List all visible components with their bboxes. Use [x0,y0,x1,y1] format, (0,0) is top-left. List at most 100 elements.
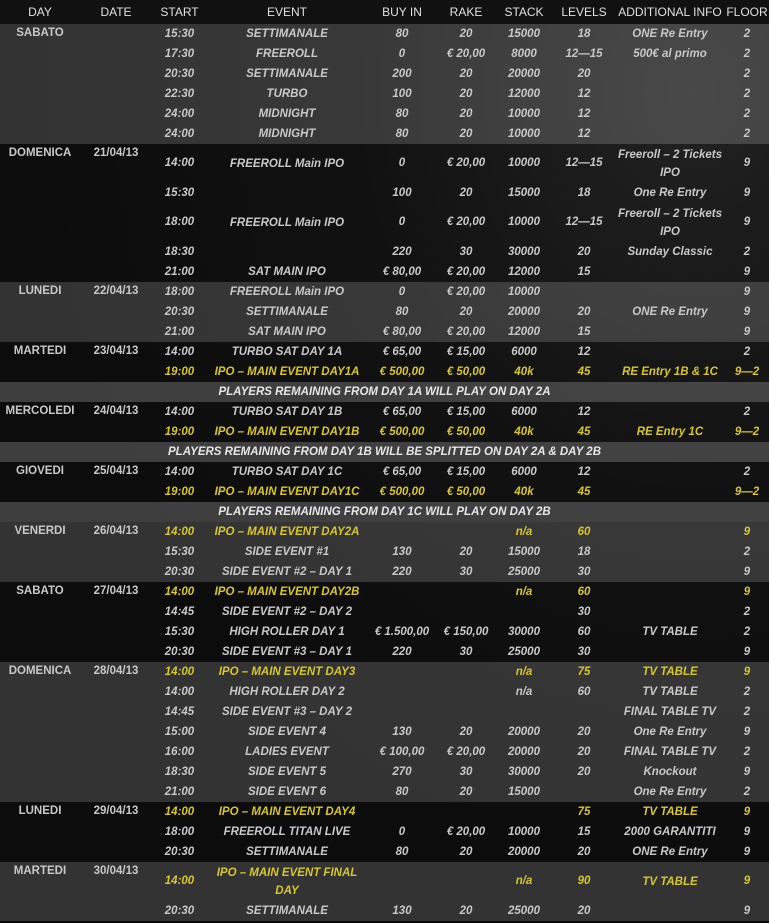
stack: 10000 [495,124,553,144]
event-row: SABATO 15:30 SETTIMANALE 80 20 15000 18 ONE Re … [0,24,769,144]
stack: 10000 [495,203,553,242]
stack: 8000 [495,44,553,64]
event-name: TURBO SAT DAY 1B [207,402,367,422]
additional-info [615,522,725,542]
event-name: MIDNIGHT [207,124,367,144]
start-time: 20:30 [152,642,207,662]
event-name: LADIES EVENT [207,742,367,762]
date-label: 23/04/13 [80,342,152,382]
event-name: SIDE EVENT 5 [207,762,367,782]
additional-info: TV TABLE [615,682,725,702]
floor: 2 [725,782,769,802]
rake: € 15,00 [437,402,495,422]
event-row: MARTEDI 30/04/13 14:00 IPO – MAIN EVENT FIN… [0,862,769,921]
rake [437,582,495,602]
floor: 9 [725,183,769,203]
start-time: 15:00 [152,722,207,742]
floor: 9 [725,302,769,322]
levels [553,702,615,722]
start-time: 15:30 [152,183,207,203]
additional-info: TV TABLE [615,802,725,822]
buy-in: € 65,00 [367,402,437,422]
day-label: LUNEDI [0,282,80,342]
start-time: 14:00 [152,662,207,682]
buy-in: € 65,00 [367,462,437,482]
stack: 30000 [495,622,553,642]
event-name: SETTIMANALE [207,302,367,322]
stack: 40k [495,482,553,502]
rake: 20 [437,542,495,562]
levels: 20 [553,742,615,762]
rake: € 20,00 [437,262,495,282]
event-name: FREEROLL Main IPO [207,203,367,242]
rake: 20 [437,104,495,124]
event-row: MERCOLEDI 24/04/13 14:00 TURBO SAT DAY 1B € … [0,402,769,442]
stack: 20000 [495,722,553,742]
levels: 12 [553,104,615,124]
rake: € 20,00 [437,322,495,342]
start-time: 14:00 [152,682,207,702]
event-row: SABATO 27/04/13 14:00 IPO – MAIN EVENT DAY2… [0,582,769,662]
additional-info: Knockout [615,762,725,782]
levels: 12 [553,402,615,422]
event-name: SIDE EVENT 4 [207,722,367,742]
floor: 9 [725,842,769,862]
buy-in: 80 [367,782,437,802]
rake: € 20,00 [437,822,495,842]
floor: 9 [725,522,769,542]
day-label: SABATO [0,582,80,662]
buy-in: 200 [367,64,437,84]
start-time: 18:00 [152,203,207,242]
stack: 10000 [495,282,553,302]
floor: 9—2 [725,362,769,382]
stack: 25000 [495,642,553,662]
event-name: IPO – MAIN EVENT DAY1B [207,422,367,442]
announcement-row: PLAYERS REMAINING FROM DAY 1A WILL PLAY … [0,382,769,402]
day-label: MARTEDI [0,342,80,382]
rake [437,522,495,542]
date-label: 30/04/13 [80,862,152,921]
levels: 45 [553,362,615,382]
rake: 20 [437,302,495,322]
announcement-row: PLAYERS REMAINING FROM DAY 1B WILL BE SP… [0,442,769,462]
floor: 2 [725,742,769,762]
buy-in [367,862,437,901]
buy-in: 0 [367,282,437,302]
stack: 25000 [495,901,553,921]
floor: 9 [725,322,769,342]
additional-info [615,322,725,342]
header-additional-info: ADDITIONAL INFO [615,0,725,24]
day-label: SABATO [0,24,80,144]
floor: 2 [725,682,769,702]
levels: 12 [553,462,615,482]
rake: € 50,00 [437,482,495,502]
stack: n/a [495,862,553,901]
event-name: SETTIMANALE [207,842,367,862]
date-label: 22/04/13 [80,282,152,342]
header-row: DAY DATE START EVENT BUY IN RAKE STACK L… [0,0,769,24]
header-stack: STACK [495,0,553,24]
start-time: 24:00 [152,124,207,144]
floor: 2 [725,542,769,562]
event-name: SAT MAIN IPO [207,262,367,282]
additional-info [615,642,725,662]
event-name: SIDE EVENT #2 – DAY 1 [207,562,367,582]
rake: € 50,00 [437,422,495,442]
additional-info: Freeroll – 2 Tickets IPO [615,203,725,242]
rake: € 50,00 [437,362,495,382]
levels: 30 [553,642,615,662]
rake: 20 [437,84,495,104]
stack: 40k [495,422,553,442]
rake: € 20,00 [437,144,495,183]
buy-in: 100 [367,84,437,104]
schedule-panel: DAY DATE START EVENT BUY IN RAKE STACK L… [0,0,769,923]
stack: 15000 [495,183,553,203]
start-time: 15:30 [152,622,207,642]
buy-in: 220 [367,642,437,662]
levels: 12—15 [553,144,615,183]
rake [437,662,495,682]
start-time: 20:30 [152,64,207,84]
floor: 9 [725,642,769,662]
stack: 30000 [495,762,553,782]
start-time: 18:30 [152,762,207,782]
